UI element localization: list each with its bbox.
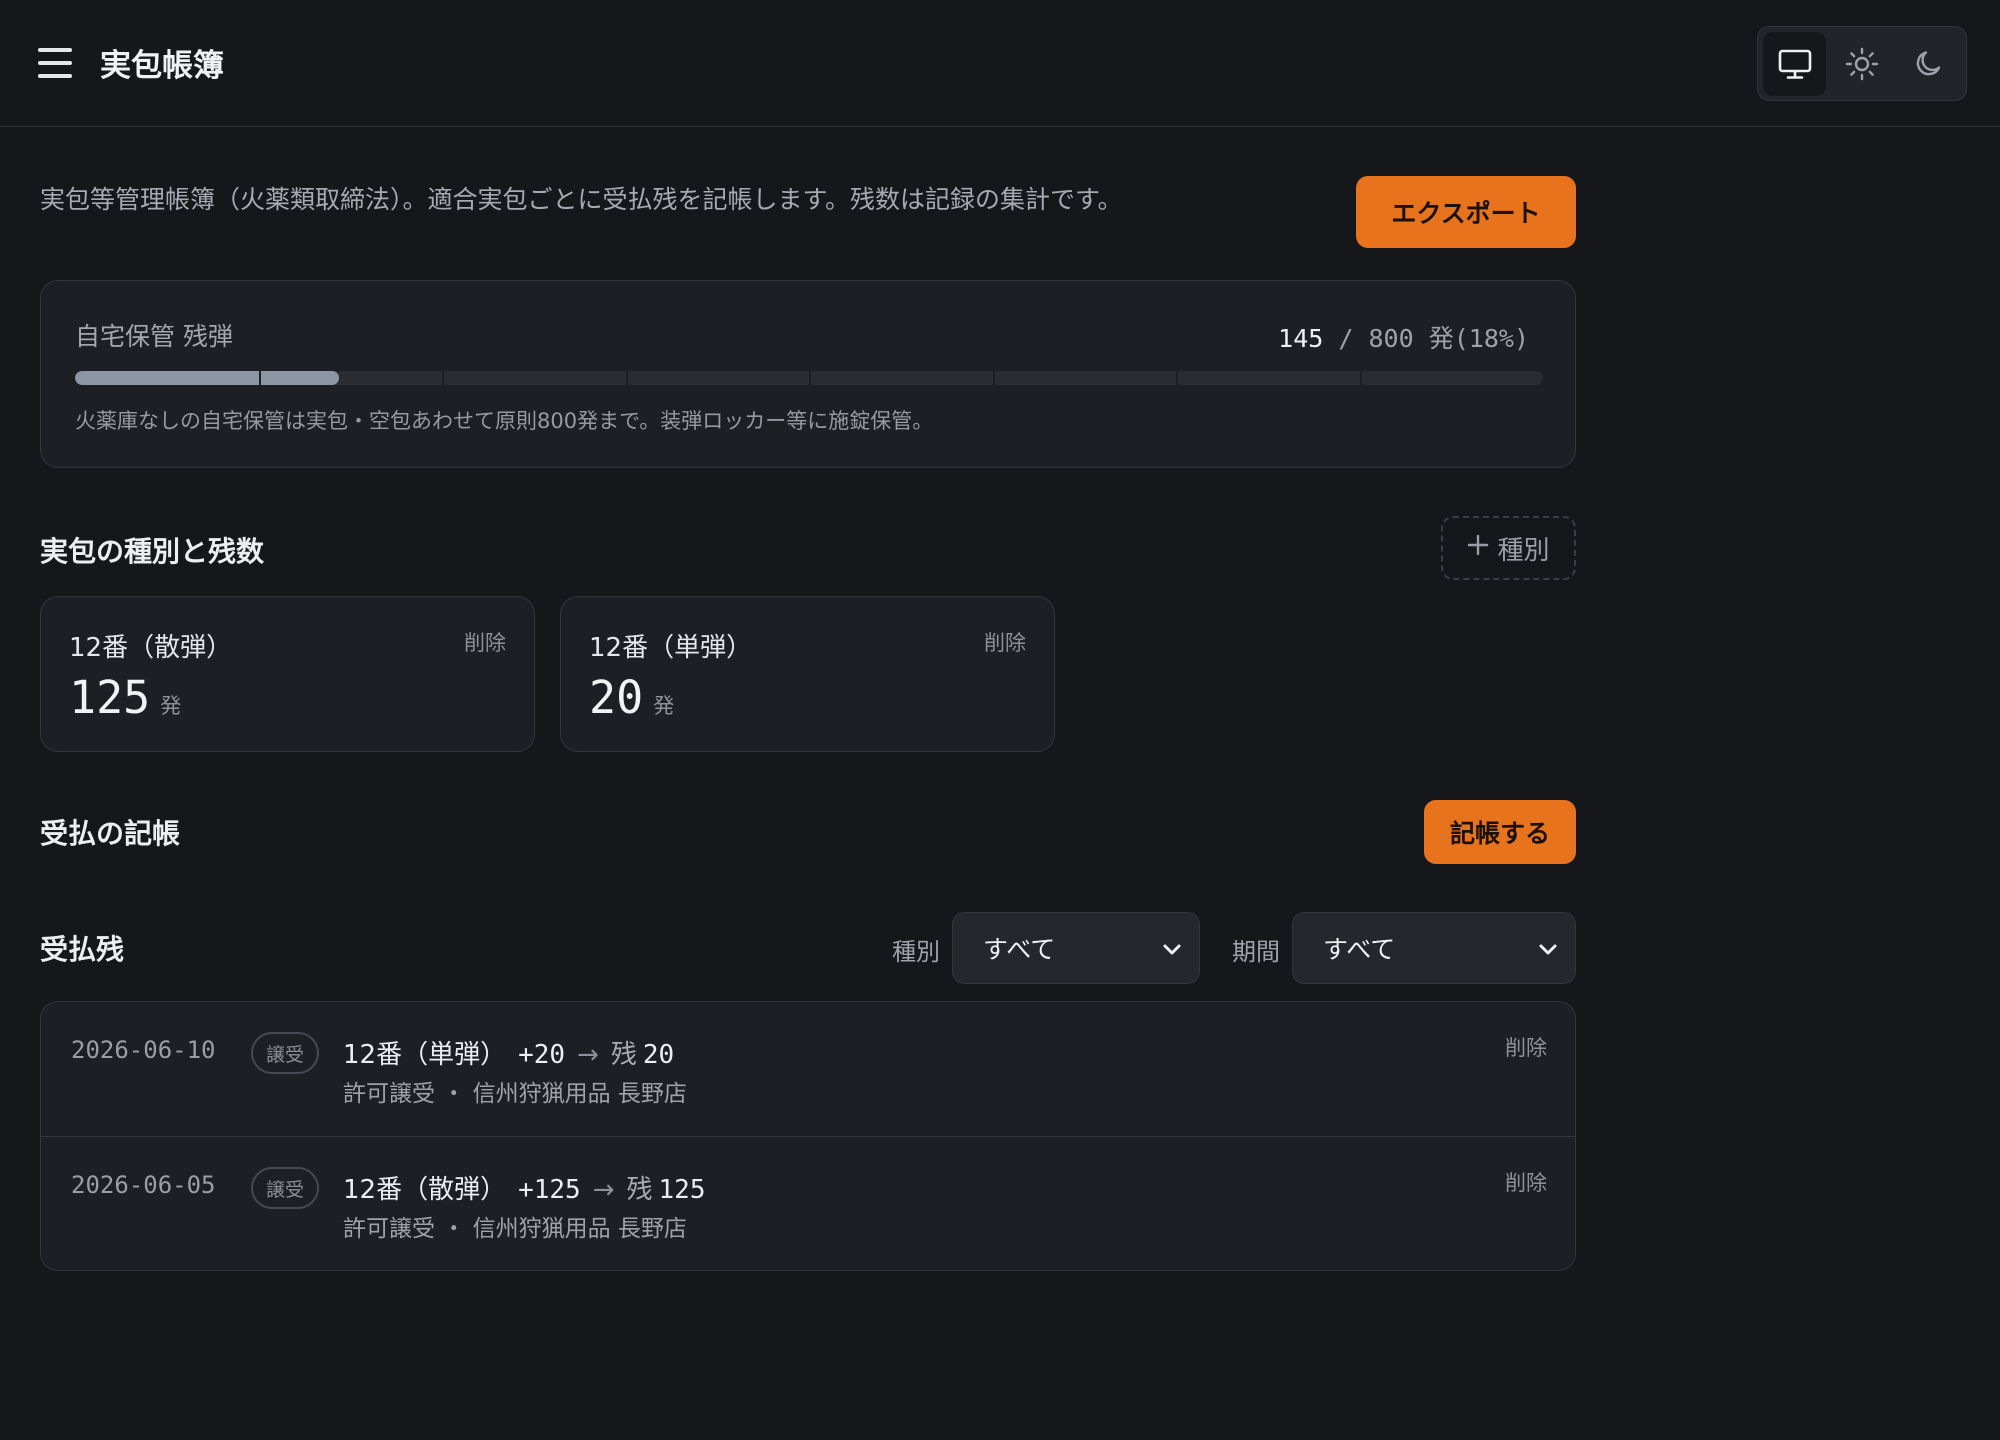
filter-type-label: 種別 [892, 938, 940, 966]
intro-description: 実包等管理帳簿（火薬類取締法）。適合実包ごとに受払残を記帳します。残数は記録の集… [40, 185, 1123, 214]
sun-icon[interactable] [1830, 32, 1893, 96]
top-bar: 実包帳簿 [0, 0, 2000, 127]
row-balance-label: 残 [626, 1175, 653, 1205]
row-balance: 20 [642, 1040, 675, 1070]
row-type: 12番（散弾） [343, 1175, 507, 1205]
row-balance: 125 [658, 1175, 706, 1205]
type-delete-button[interactable]: 削除 [984, 627, 1026, 657]
row-detail: 許可譲受 ・ 信州狩猟用品 長野店 [343, 1216, 687, 1242]
capacity-progress-fill [75, 371, 340, 385]
type-count-unit: 発 [160, 694, 182, 718]
row-change: +20 [518, 1040, 566, 1070]
theme-switcher [1757, 26, 1967, 101]
capacity-separator: / [1338, 324, 1354, 353]
ledger-row: 2026-06-05 譲受 12番（散弾） +125 → 残 125 許可譲受 … [41, 1136, 1575, 1270]
type-card: 12番（散弾） 削除 125 発 [40, 596, 535, 752]
capacity-segment-tick [809, 371, 811, 385]
chevron-down-icon [1161, 937, 1183, 966]
row-delete-button[interactable]: 削除 [1505, 1167, 1547, 1197]
app-title: 実包帳簿 [100, 48, 224, 84]
add-type-label: 種別 [1497, 535, 1550, 566]
capacity-segment-tick [1359, 371, 1362, 385]
filter-type-select[interactable]: すべて [952, 912, 1200, 984]
type-name: 12番（散弾） [69, 633, 233, 663]
row-kind-badge: 譲受 [251, 1032, 319, 1074]
row-date: 2026-06-05 [71, 1171, 216, 1199]
type-count-number: 125 [69, 671, 151, 724]
row-detail: 許可譲受 ・ 信州狩猟用品 長野店 [343, 1081, 687, 1107]
capacity-value: 145 / 800 発(18%) [1278, 319, 1529, 355]
add-type-button[interactable]: 種別 [1441, 516, 1576, 580]
capacity-segment-tick [258, 371, 261, 385]
plus-icon [1467, 533, 1489, 563]
record-entry-button[interactable]: 記帳する [1424, 800, 1576, 864]
capacity-note: 火薬庫なしの自宅保管は実包・空包あわせて原則800発まで。装弾ロッカー等に施錠保… [75, 409, 934, 433]
row-arrow: → [592, 1175, 615, 1205]
capacity-percent: (18%) [1453, 324, 1529, 353]
capacity-progress-bar [75, 371, 1543, 385]
row-summary: 12番（単弾） +20 → 残 20 [343, 1034, 674, 1071]
row-summary: 12番（散弾） +125 → 残 125 [343, 1169, 706, 1206]
type-name: 12番（単弾） [589, 633, 753, 663]
row-type: 12番（単弾） [343, 1040, 507, 1070]
type-count-unit: 発 [653, 694, 675, 718]
export-button[interactable]: エクスポート [1356, 176, 1576, 248]
filter-period-label: 期間 [1232, 938, 1280, 966]
ledger-row: 2026-06-10 譲受 12番（単弾） +20 → 残 20 許可譲受 ・ … [41, 1002, 1575, 1136]
capacity-max: 800 [1368, 324, 1414, 353]
ledger-section-title: 受払残 [40, 933, 125, 966]
row-arrow: → [577, 1040, 599, 1070]
type-count: 125 発 [69, 671, 181, 724]
row-balance-label: 残 [610, 1040, 637, 1070]
ledger-list: 2026-06-10 譲受 12番（単弾） +20 → 残 20 許可譲受 ・ … [40, 1001, 1576, 1271]
capacity-segment-tick [442, 371, 444, 385]
type-card: 12番（単弾） 削除 20 発 [560, 596, 1055, 752]
capacity-label: 自宅保管 残弾 [75, 322, 233, 351]
type-count: 20 発 [589, 671, 674, 724]
monitor-icon[interactable] [1763, 31, 1827, 96]
chevron-down-icon [1537, 937, 1559, 966]
row-date: 2026-06-10 [71, 1036, 216, 1064]
capacity-current: 145 [1278, 324, 1324, 353]
row-change: +125 [518, 1175, 581, 1205]
storage-capacity-card: 自宅保管 残弾 145 / 800 発(18%) 火薬庫なしの自宅保管は実包・空… [40, 280, 1576, 468]
type-delete-button[interactable]: 削除 [464, 627, 506, 657]
row-kind-badge: 譲受 [251, 1167, 319, 1209]
filter-type-value: すべて [983, 935, 1056, 964]
filter-period-select[interactable]: すべて [1292, 912, 1576, 984]
capacity-segment-tick [625, 371, 628, 385]
record-section-title: 受払の記帳 [40, 817, 181, 850]
capacity-unit: 発 [1428, 324, 1454, 353]
row-delete-button[interactable]: 削除 [1505, 1032, 1547, 1062]
moon-icon[interactable] [1898, 32, 1961, 96]
capacity-segment-tick [1176, 371, 1178, 385]
capacity-segment-tick [992, 371, 995, 385]
type-count-number: 20 [589, 671, 644, 724]
filter-period-value: すべて [1323, 935, 1396, 964]
types-section-title: 実包の種別と残数 [40, 535, 265, 568]
hamburger-menu-icon[interactable] [38, 48, 72, 78]
